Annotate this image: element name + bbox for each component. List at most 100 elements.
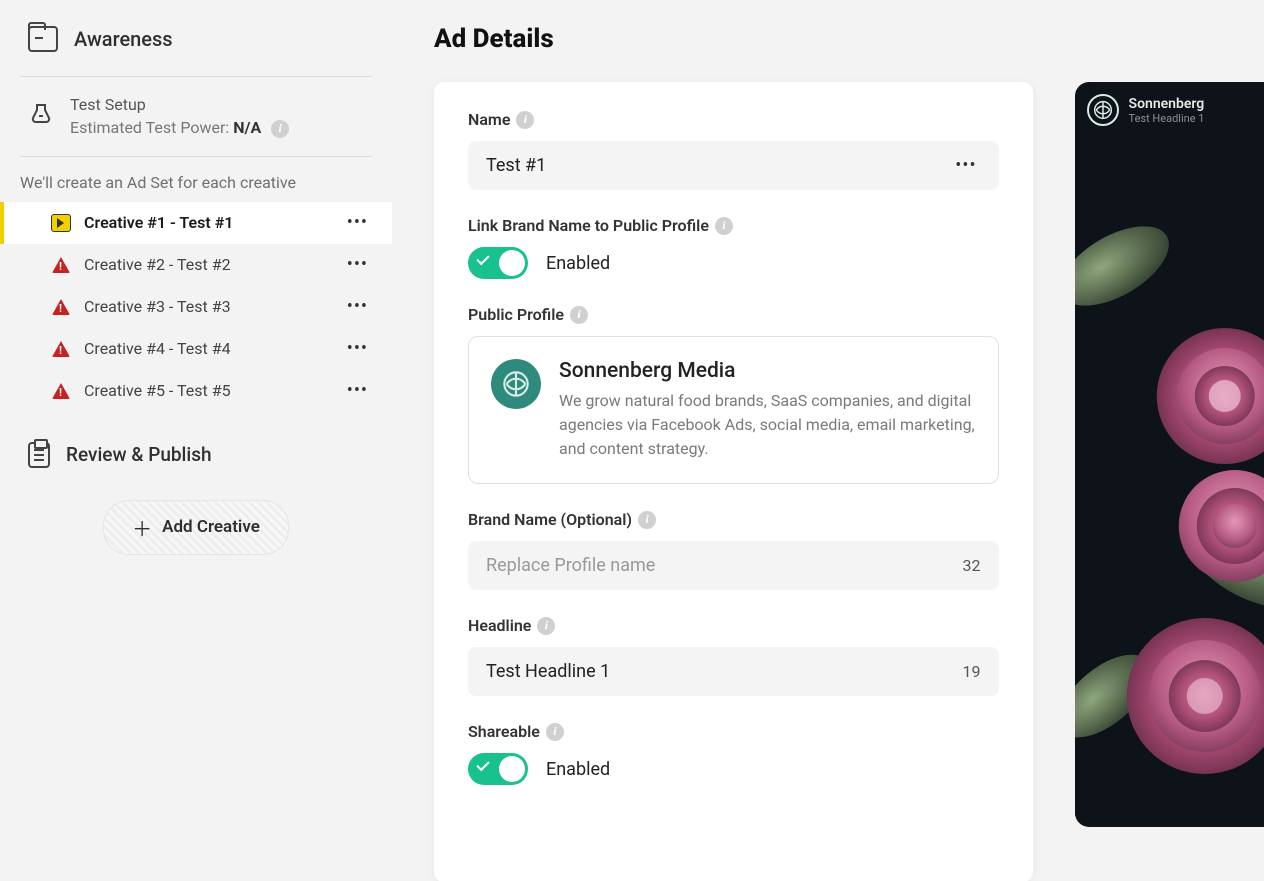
- name-field-block: Name i Test #1 •••: [468, 110, 999, 190]
- kebab-icon[interactable]: •••: [343, 212, 372, 233]
- link-brand-label: Link Brand Name to Public Profile i: [468, 216, 999, 235]
- creative-list: Creative #1 - Test #1 ••• Creative #2 - …: [0, 202, 392, 412]
- test-setup-row[interactable]: Test Setup Estimated Test Power: N/A i: [0, 77, 392, 156]
- preview-avatar: [1087, 94, 1119, 126]
- profile-text: Sonnenberg Media We grow natural food br…: [559, 359, 976, 461]
- creative-item-3[interactable]: Creative #3 - Test #3 •••: [0, 286, 392, 328]
- kebab-icon[interactable]: •••: [951, 155, 980, 176]
- name-label: Name i: [468, 110, 999, 129]
- campaign-title: Awareness: [74, 27, 173, 51]
- form-panel: Name i Test #1 ••• Link Brand Name to Pu…: [434, 82, 1033, 881]
- brand-name-counter: 32: [963, 556, 981, 575]
- creative-label: Creative #2 - Test #2: [84, 255, 331, 274]
- info-icon[interactable]: i: [715, 217, 733, 235]
- creative-label: Creative #3 - Test #3: [84, 297, 331, 316]
- add-creative-wrap: ＋ Add Creative: [0, 488, 392, 567]
- creative-item-1[interactable]: Creative #1 - Test #1 •••: [0, 202, 392, 244]
- adset-note: We'll create an Ad Set for each creative: [0, 157, 392, 202]
- info-icon[interactable]: i: [516, 111, 534, 129]
- brand-name-placeholder: Replace Profile name: [486, 555, 655, 576]
- brand-logo-icon: [1093, 100, 1113, 120]
- creative-label: Creative #5 - Test #5: [84, 381, 331, 400]
- preview-brand: Sonnenberg: [1129, 96, 1205, 112]
- sidebar-header: Awareness: [0, 26, 392, 76]
- kebab-icon[interactable]: •••: [343, 254, 372, 275]
- link-brand-toggle[interactable]: [468, 247, 528, 279]
- toggle-knob: [499, 250, 525, 276]
- name-label-text: Name: [468, 110, 510, 129]
- check-icon: [476, 252, 489, 265]
- creative-item-4[interactable]: Creative #4 - Test #4 •••: [0, 328, 392, 370]
- shareable-label-text: Shareable: [468, 722, 540, 741]
- name-input[interactable]: Test #1 •••: [468, 141, 999, 190]
- test-power-label: Estimated Test Power:: [70, 118, 233, 137]
- brand-name-label: Brand Name (Optional) i: [468, 510, 999, 529]
- info-icon[interactable]: i: [638, 511, 656, 529]
- headline-input[interactable]: Test Headline 1 19: [468, 647, 999, 696]
- public-profile-label: Public Profile i: [468, 305, 999, 324]
- creative-item-5[interactable]: Creative #5 - Test #5 •••: [0, 370, 392, 412]
- creative-label: Creative #4 - Test #4: [84, 339, 331, 358]
- plus-icon: ＋: [132, 513, 152, 542]
- link-brand-label-text: Link Brand Name to Public Profile: [468, 216, 709, 235]
- public-profile-block: Public Profile i Sonnenberg Media We gro…: [468, 305, 999, 484]
- info-icon[interactable]: i: [546, 723, 564, 741]
- folder-icon: [28, 26, 58, 52]
- brand-name-block: Brand Name (Optional) i Replace Profile …: [468, 510, 999, 590]
- headline-counter: 19: [963, 662, 981, 681]
- profile-name: Sonnenberg Media: [559, 359, 976, 383]
- sidebar: Awareness Test Setup Estimated Test Powe…: [0, 0, 392, 881]
- toggle-knob: [499, 756, 525, 782]
- shareable-toggle[interactable]: [468, 753, 528, 785]
- link-brand-toggle-row: Enabled: [468, 247, 999, 279]
- headline-label: Headline i: [468, 616, 999, 635]
- flask-icon: [28, 101, 54, 127]
- link-brand-enabled-text: Enabled: [546, 253, 610, 274]
- content-row: Name i Test #1 ••• Link Brand Name to Pu…: [434, 82, 1264, 881]
- link-brand-block: Link Brand Name to Public Profile i Enab…: [468, 216, 999, 279]
- check-icon: [476, 758, 489, 771]
- test-setup-title: Test Setup: [70, 95, 289, 114]
- brand-logo-icon: [502, 370, 530, 398]
- kebab-icon[interactable]: •••: [343, 380, 372, 401]
- brand-name-label-text: Brand Name (Optional): [468, 510, 632, 529]
- creative-item-2[interactable]: Creative #2 - Test #2 •••: [0, 244, 392, 286]
- test-power-value: N/A: [233, 118, 261, 137]
- kebab-icon[interactable]: •••: [343, 296, 372, 317]
- add-creative-button[interactable]: ＋ Add Creative: [103, 500, 289, 555]
- preview-headline: Test Headline 1: [1129, 112, 1205, 125]
- warning-icon: [50, 338, 72, 360]
- avatar: [491, 359, 541, 409]
- preview-text: Sonnenberg Test Headline 1: [1129, 96, 1205, 125]
- review-publish-label: Review & Publish: [66, 443, 212, 466]
- profile-card[interactable]: Sonnenberg Media We grow natural food br…: [468, 336, 999, 484]
- main: Ad Details Name i Test #1 ••• Link Brand…: [392, 0, 1264, 881]
- creative-label: Creative #1 - Test #1: [84, 213, 331, 232]
- page-title: Ad Details: [434, 24, 1264, 54]
- ad-preview: Sonnenberg Test Headline 1: [1075, 82, 1264, 827]
- test-setup-text: Test Setup Estimated Test Power: N/A i: [70, 95, 289, 138]
- preview-image: [1075, 136, 1264, 816]
- shareable-toggle-row: Enabled: [468, 753, 999, 785]
- shareable-label: Shareable i: [468, 722, 999, 741]
- warning-icon: [50, 380, 72, 402]
- clipboard-icon: [28, 442, 50, 468]
- shareable-block: Shareable i Enabled: [468, 722, 999, 785]
- name-value: Test #1: [486, 155, 546, 176]
- info-icon[interactable]: i: [271, 120, 289, 138]
- test-power: Estimated Test Power: N/A i: [70, 118, 289, 138]
- headline-block: Headline i Test Headline 1 19: [468, 616, 999, 696]
- warning-icon: [50, 296, 72, 318]
- shareable-enabled-text: Enabled: [546, 759, 610, 780]
- public-profile-label-text: Public Profile: [468, 305, 564, 324]
- info-icon[interactable]: i: [570, 306, 588, 324]
- review-publish-button[interactable]: Review & Publish: [0, 412, 392, 488]
- info-icon[interactable]: i: [537, 617, 555, 635]
- warning-icon: [50, 254, 72, 276]
- add-creative-label: Add Creative: [162, 517, 260, 537]
- preview-header: Sonnenberg Test Headline 1: [1075, 82, 1264, 136]
- brand-name-input[interactable]: Replace Profile name 32: [468, 541, 999, 590]
- headline-label-text: Headline: [468, 616, 531, 635]
- profile-desc: We grow natural food brands, SaaS compan…: [559, 389, 976, 461]
- kebab-icon[interactable]: •••: [343, 338, 372, 359]
